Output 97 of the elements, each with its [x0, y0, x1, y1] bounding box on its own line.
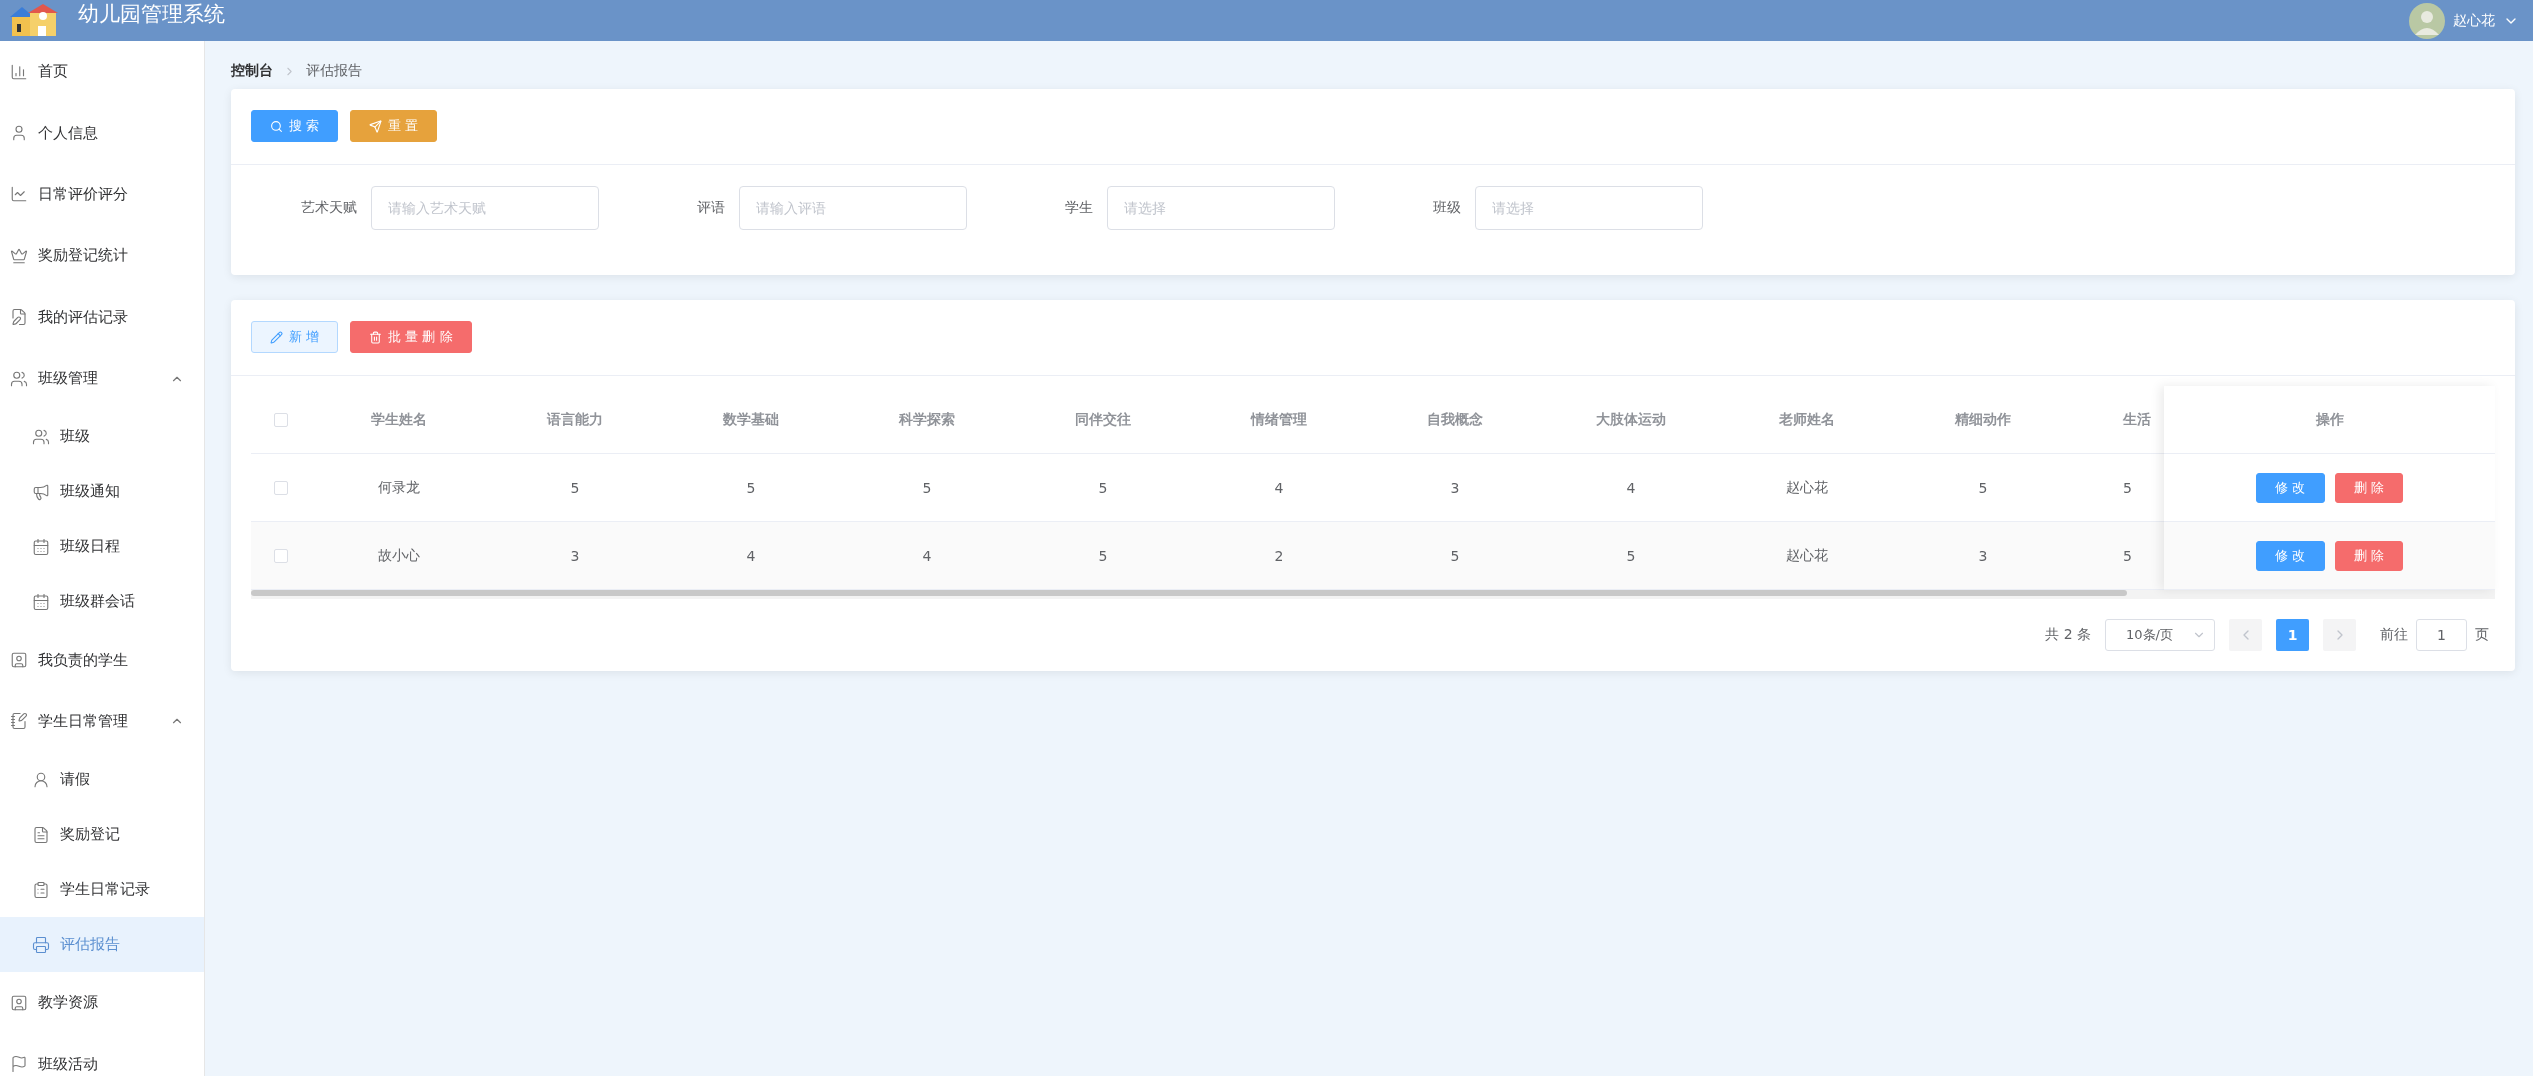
table-cell: 5	[1626, 547, 1636, 564]
crown-icon	[10, 246, 28, 265]
submenu-item[interactable]: 班级通知	[0, 464, 204, 520]
table-cell: 4	[922, 547, 932, 564]
users-icon	[10, 369, 28, 388]
checkbox[interactable]	[274, 412, 288, 427]
input-field[interactable]: 请选择	[1107, 186, 1335, 230]
column-header: 精细动作	[1955, 410, 2011, 429]
goto-label: 前往	[2380, 626, 2408, 644]
page-suffix: 页	[2475, 626, 2489, 644]
column-header: 科学探索	[899, 410, 955, 429]
breadcrumb-item: 评估报告	[306, 62, 362, 80]
submenu-item[interactable]: 请假	[0, 752, 204, 808]
chart-icon	[10, 62, 28, 81]
field-label: 学生	[1064, 199, 1094, 217]
send-icon	[369, 119, 383, 133]
menu-item[interactable]: 个人信息	[0, 102, 204, 164]
table-cell: 5	[2123, 479, 2132, 496]
school-logo-icon	[8, 3, 60, 38]
prev-page-button[interactable]	[2229, 619, 2262, 651]
user-badge-icon	[10, 993, 28, 1012]
column-header: 老师姓名	[1779, 410, 1835, 429]
menu-item[interactable]: 日常评价评分	[0, 163, 204, 226]
table-cell: 4	[1626, 479, 1636, 496]
app-title: 幼儿园管理系统	[78, 0, 225, 28]
total-count: 共 2 条	[2045, 626, 2091, 644]
table-cell: 5	[1450, 547, 1460, 564]
search-icon	[270, 119, 283, 133]
trash-icon	[369, 330, 383, 344]
menu-item[interactable]: 学生日常管理	[0, 690, 204, 753]
column-header: 大肢体运动	[1596, 410, 1666, 429]
users-icon	[32, 427, 50, 446]
submenu-item[interactable]: 班级	[0, 409, 204, 465]
clipboard-icon	[32, 880, 50, 899]
menu-item[interactable]: 班级活动	[0, 1033, 204, 1076]
table-cell: 赵心花	[1786, 478, 1828, 497]
table-cell: 3	[1978, 547, 1988, 564]
column-header: 同伴交往	[1075, 410, 1131, 429]
document-icon	[32, 825, 50, 844]
table-cell: 赵心花	[1786, 546, 1828, 565]
printer-icon	[32, 935, 50, 954]
input-field[interactable]: 请选择	[1475, 186, 1703, 230]
edit-document-icon	[10, 308, 28, 327]
table-cell: 5	[1098, 547, 1108, 564]
table-cell: 5	[922, 479, 932, 496]
field-label: 班级	[1432, 199, 1462, 217]
megaphone-icon	[32, 482, 50, 501]
scrollbar[interactable]	[251, 590, 2495, 599]
pencil-icon	[270, 330, 283, 344]
column-header: 情绪管理	[1251, 410, 1307, 429]
next-page-button[interactable]	[2323, 619, 2356, 651]
user-icon	[32, 770, 50, 789]
menu-item[interactable]: 班级管理	[0, 347, 204, 410]
column-header: 语言能力	[547, 410, 603, 429]
input-field[interactable]: 请输入艺术天赋	[371, 186, 599, 230]
table-cell: 4	[1274, 479, 1284, 496]
column-header: 自我概念	[1427, 410, 1483, 429]
flag-icon	[10, 1055, 28, 1074]
table-cell: 3	[570, 547, 580, 564]
field-label: 评语	[696, 199, 726, 217]
field-label: 艺术天赋	[300, 199, 358, 217]
calendar-icon	[32, 537, 50, 556]
line-chart-icon	[10, 185, 28, 204]
column-header: 生活	[2123, 410, 2151, 429]
menu-item[interactable]: 我负责的学生	[0, 629, 204, 691]
table-cell: 5	[1098, 479, 1108, 496]
avatar-icon	[2409, 2, 2445, 39]
table-cell: 何录龙	[378, 478, 420, 497]
table-cell: 5	[570, 479, 580, 496]
checkbox[interactable]	[274, 480, 288, 495]
column-header: 学生姓名	[371, 410, 427, 429]
submenu-item[interactable]: 班级群会话	[0, 574, 204, 630]
submenu-item[interactable]: 奖励登记	[0, 807, 204, 863]
breadcrumb-item[interactable]: 控制台	[231, 62, 273, 80]
column-header: 数学基础	[723, 410, 779, 429]
table-cell: 2	[1274, 547, 1284, 564]
menu-item[interactable]: 首页	[0, 41, 204, 103]
menu-item[interactable]: 教学资源	[0, 972, 204, 1034]
table-cell: 3	[1450, 479, 1460, 496]
table-cell: 5	[2123, 547, 2132, 564]
submenu-item[interactable]: 学生日常记录	[0, 862, 204, 918]
user-badge-icon	[10, 651, 28, 670]
table-cell: 4	[746, 547, 756, 564]
calendar-icon	[32, 592, 50, 611]
menu-item[interactable]: 我的评估记录	[0, 286, 204, 348]
page-size-select[interactable]: 10条/页	[2105, 619, 2215, 651]
user-icon	[10, 124, 28, 143]
table-cell: 5	[1978, 479, 1988, 496]
input-field[interactable]: 请输入评语	[739, 186, 967, 230]
checkbox[interactable]	[274, 548, 288, 563]
table-cell: 5	[746, 479, 756, 496]
page-input[interactable]: 1	[2416, 619, 2467, 651]
submenu-item[interactable]: 班级日程	[0, 519, 204, 575]
table-cell: 故小心	[378, 546, 420, 565]
column-header: 操作	[2315, 410, 2344, 429]
notebook-icon	[10, 712, 28, 731]
menu-item[interactable]: 奖励登记统计	[0, 225, 204, 287]
